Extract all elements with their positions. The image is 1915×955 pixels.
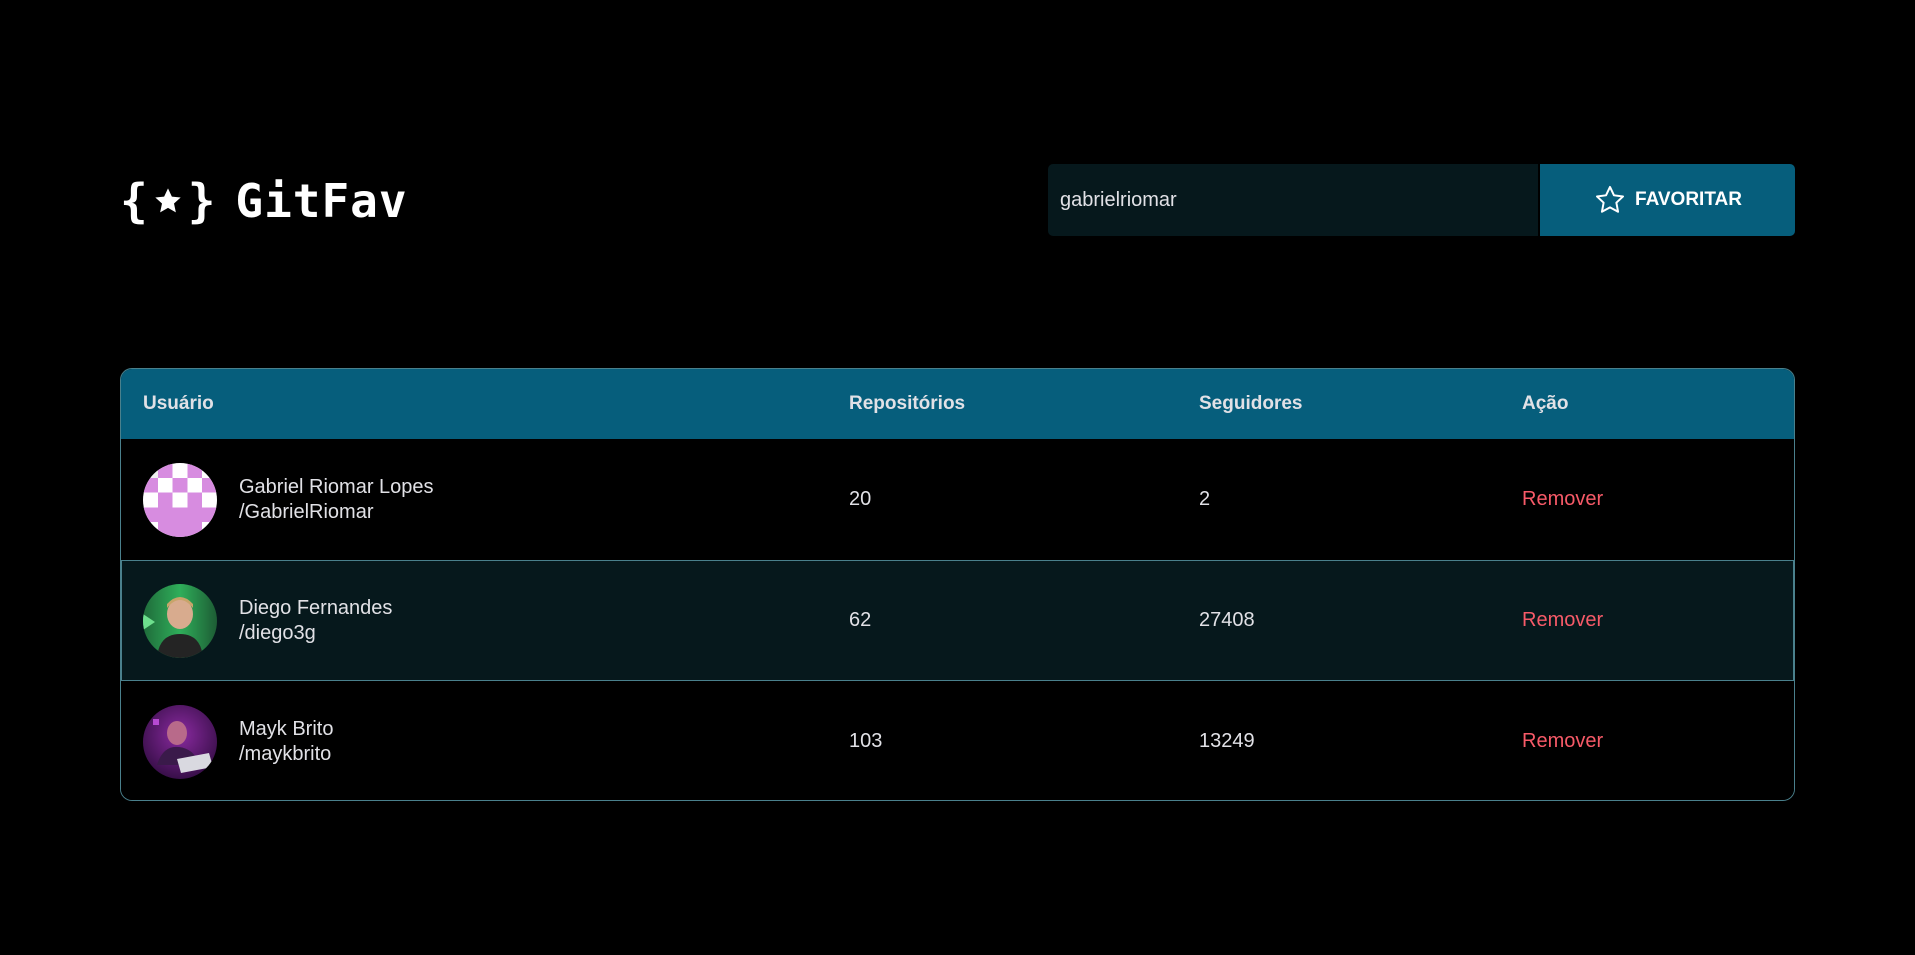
favorite-button[interactable]: FAVORITAR bbox=[1540, 164, 1795, 236]
user-login: /GabrielRiomar bbox=[239, 500, 374, 523]
header: { } GitFav FAVORITAR bbox=[120, 164, 1795, 237]
star-icon bbox=[155, 187, 181, 212]
user-info: Gabriel Riomar Lopes /GabrielRiomar bbox=[143, 462, 849, 537]
repos-count: 103 bbox=[849, 730, 883, 752]
user-name: Diego Fernandes bbox=[239, 596, 393, 619]
header-action: Ação bbox=[1522, 393, 1569, 414]
header-followers: Seguidores bbox=[1199, 393, 1303, 414]
app-title: GitFav bbox=[235, 173, 408, 228]
search-input[interactable] bbox=[1048, 164, 1538, 236]
remove-button[interactable]: Remover bbox=[1522, 730, 1603, 752]
header-user: Usuário bbox=[143, 393, 214, 414]
followers-count: 13249 bbox=[1199, 730, 1255, 752]
table-row: Mayk Brito /maykbrito 103 13249 Remover bbox=[121, 681, 1794, 800]
user-info: Diego Fernandes /diego3g bbox=[143, 583, 849, 658]
repos-count: 62 bbox=[849, 609, 872, 631]
favorite-button-label: FAVORITAR bbox=[1635, 189, 1742, 210]
logo-brace-right: } bbox=[187, 173, 216, 228]
table-row: Gabriel Riomar Lopes /GabrielRiomar 20 2… bbox=[121, 439, 1794, 560]
app-root: { } GitFav FAVORITAR Usuário bbox=[0, 0, 1915, 955]
table-row: Diego Fernandes /diego3g 62 27408 Remove… bbox=[121, 560, 1794, 681]
table-header-row: Usuário Repositórios Seguidores Ação bbox=[121, 369, 1794, 439]
user-login: /maykbrito bbox=[239, 742, 332, 765]
avatar bbox=[143, 462, 217, 537]
search-bar: FAVORITAR bbox=[1048, 164, 1795, 236]
user-name: Gabriel Riomar Lopes bbox=[239, 475, 434, 498]
logo: { } GitFav bbox=[120, 164, 408, 237]
avatar bbox=[143, 583, 217, 658]
logo-mark: { } bbox=[120, 178, 215, 224]
followers-count: 27408 bbox=[1199, 609, 1255, 631]
remove-button[interactable]: Remover bbox=[1522, 609, 1603, 631]
remove-button[interactable]: Remover bbox=[1522, 488, 1603, 510]
star-outline-icon bbox=[1595, 185, 1625, 213]
repos-count: 20 bbox=[849, 488, 872, 510]
user-info: Mayk Brito /maykbrito bbox=[143, 704, 849, 779]
avatar bbox=[143, 704, 217, 779]
user-name: Mayk Brito bbox=[239, 717, 334, 740]
favorites-table: Usuário Repositórios Seguidores Ação Gab… bbox=[120, 368, 1795, 801]
followers-count: 2 bbox=[1199, 488, 1211, 510]
logo-brace-left: { bbox=[120, 173, 148, 228]
header-repos: Repositórios bbox=[849, 393, 966, 414]
user-login: /diego3g bbox=[239, 621, 316, 644]
